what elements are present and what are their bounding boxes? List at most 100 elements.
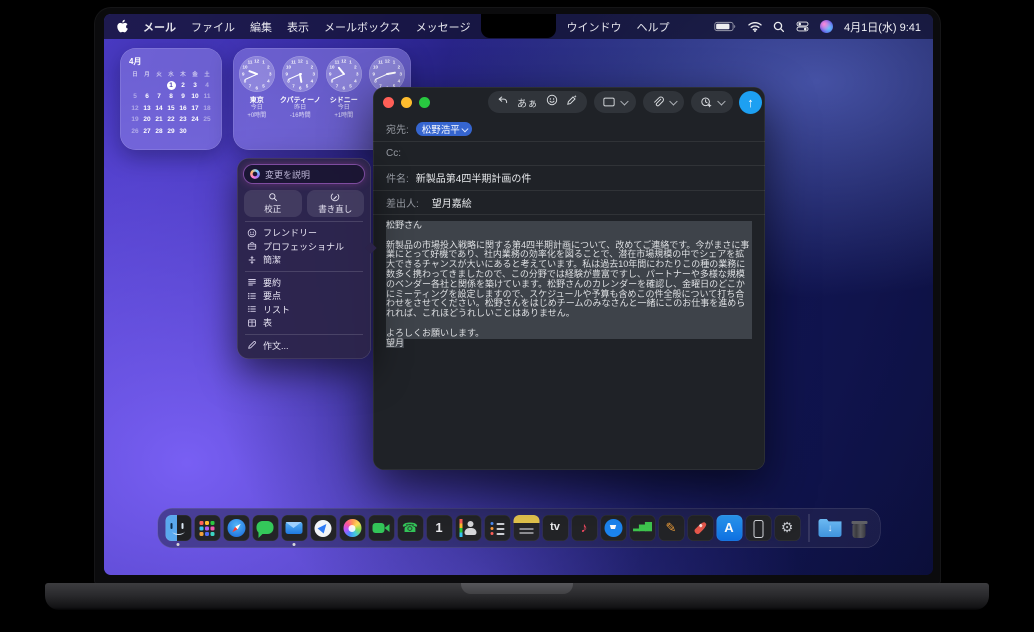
emoji-button[interactable]: [546, 93, 558, 111]
menu-3[interactable]: 表示: [287, 19, 309, 35]
calendar-day[interactable]: 17: [189, 104, 201, 113]
schedule-send-button[interactable]: [691, 91, 733, 113]
to-field[interactable]: 宛先: 松野浩平: [373, 117, 765, 142]
send-button[interactable]: ↑: [739, 91, 762, 114]
calendar-day[interactable]: 12: [129, 104, 141, 113]
dock-phone-icon[interactable]: [397, 515, 423, 541]
calendar-day[interactable]: 1: [165, 81, 177, 90]
dock-launchpad-icon[interactable]: [194, 515, 220, 541]
minimize-button[interactable]: [401, 97, 412, 108]
photo-browser-button[interactable]: [594, 91, 636, 113]
writing-tools-option-keypoints[interactable]: 要点: [244, 289, 364, 303]
calendar-day[interactable]: 24: [189, 115, 201, 124]
calendar-day[interactable]: 28: [153, 127, 165, 136]
menu-4[interactable]: メールボックス: [324, 19, 401, 35]
menu-1[interactable]: ファイル: [191, 19, 235, 35]
writing-tools-option-summary[interactable]: 要約: [244, 276, 364, 290]
proofread-button[interactable]: 校正: [244, 190, 302, 217]
dock-finder-icon[interactable]: [165, 515, 191, 541]
attach-file-button[interactable]: [643, 91, 685, 113]
writing-tools-button[interactable]: [566, 93, 578, 111]
calendar-day[interactable]: 10: [189, 92, 201, 101]
calendar-day[interactable]: 9: [177, 92, 189, 101]
calendar-day[interactable]: 27: [141, 127, 153, 136]
undo-icon[interactable]: [497, 93, 509, 111]
dock-reminders-icon[interactable]: [484, 515, 510, 541]
cc-field[interactable]: Cc:: [373, 142, 765, 167]
from-field[interactable]: 差出人: 望月嘉絵: [373, 191, 765, 216]
dock-music-icon[interactable]: [571, 515, 597, 541]
calendar-day[interactable]: 18: [201, 104, 213, 113]
menu-5[interactable]: メッセージ: [416, 19, 471, 35]
subject-field[interactable]: 件名: 新製品第4四半期計画の件: [373, 166, 765, 191]
calendar-day[interactable]: 4: [201, 81, 213, 90]
calendar-day[interactable]: 19: [129, 115, 141, 124]
siri-icon[interactable]: [820, 20, 833, 33]
menu-bar-clock[interactable]: 4月1日(水) 9:41: [844, 19, 921, 35]
describe-change-input[interactable]: 変更を説明: [244, 165, 364, 183]
control-center-icon[interactable]: [796, 21, 809, 32]
dock-safari-icon[interactable]: [223, 515, 249, 541]
world-clock-クパティーノ[interactable]: 123456789101112クパティーノ昨日-16時間: [279, 56, 323, 142]
calendar-day[interactable]: 30: [177, 127, 189, 136]
calendar-day[interactable]: 6: [141, 92, 153, 101]
calendar-day[interactable]: 25: [201, 115, 213, 124]
menu-app[interactable]: メール: [143, 19, 176, 35]
calendar-day[interactable]: 22: [165, 115, 177, 124]
dock-keynote-icon[interactable]: [600, 515, 626, 541]
calendar-day[interactable]: 5: [129, 92, 141, 101]
dock-calendar-icon[interactable]: [426, 515, 452, 541]
calendar-day[interactable]: 26: [129, 127, 141, 136]
calendar-day[interactable]: 29: [165, 127, 177, 136]
calendar-day[interactable]: 8: [165, 92, 177, 101]
calendar-day[interactable]: 7: [153, 92, 165, 101]
message-body[interactable]: 松野さん 新製品の市場投入戦略に関する第4四半期計画について、改めてご連絡です。…: [373, 215, 765, 354]
dock-contacts-icon[interactable]: [455, 515, 481, 541]
apple-menu-icon[interactable]: [116, 20, 129, 34]
menu-8[interactable]: ヘルプ: [636, 19, 669, 35]
calendar-day[interactable]: 23: [177, 115, 189, 124]
writing-tools-option-list[interactable]: リスト: [244, 303, 364, 317]
calendar-day[interactable]: 2: [177, 81, 189, 90]
writing-tools-option-compose[interactable]: 作文...: [244, 339, 364, 353]
calendar-day[interactable]: 15: [165, 104, 177, 113]
dock-maps-icon[interactable]: [310, 515, 336, 541]
dock-pages-icon[interactable]: [658, 515, 684, 541]
calendar-day[interactable]: 13: [141, 104, 153, 113]
world-clock-東京[interactable]: 123456789101112東京今日+0時間: [235, 56, 279, 142]
dock-messages-icon[interactable]: [252, 515, 278, 541]
dock-settings-icon[interactable]: [774, 515, 800, 541]
dock-appletv-icon[interactable]: [542, 515, 568, 541]
recipient-token[interactable]: 松野浩平: [416, 122, 473, 136]
dock-numbers-icon[interactable]: [629, 515, 655, 541]
dock-notes-icon[interactable]: [513, 515, 539, 541]
dock-appstore-icon[interactable]: [716, 515, 742, 541]
dock-mail-icon[interactable]: [281, 515, 307, 541]
dock-iphone-mirroring-icon[interactable]: [745, 515, 771, 541]
world-clock-シドニー[interactable]: 123456789101112シドニー今日+1時間: [322, 56, 366, 142]
wifi-icon[interactable]: [748, 21, 762, 32]
spotlight-search-icon[interactable]: [773, 21, 785, 33]
rewrite-button[interactable]: 書き直し: [307, 190, 365, 217]
menu-2[interactable]: 編集: [250, 19, 272, 35]
calendar-day[interactable]: 16: [177, 104, 189, 113]
menu-7[interactable]: ウインドウ: [566, 19, 621, 35]
close-button[interactable]: [383, 97, 394, 108]
writing-tools-option-briefcase[interactable]: プロフェッショナル: [244, 240, 364, 254]
calendar-day[interactable]: 3: [189, 81, 201, 90]
dock-trash-icon[interactable]: [846, 515, 872, 541]
writing-tools-option-table[interactable]: 表: [244, 316, 364, 330]
dock-facetime-icon[interactable]: [368, 515, 394, 541]
dock-rocket-icon[interactable]: [687, 515, 713, 541]
calendar-widget[interactable]: 4月 日月火水木金土123456789101112131415161718192…: [120, 48, 222, 150]
writing-tools-option-concise[interactable]: 簡潔: [244, 253, 364, 267]
dock-downloads-icon[interactable]: [817, 515, 843, 541]
window-titlebar[interactable]: あぁ: [373, 87, 765, 117]
calendar-day[interactable]: 20: [141, 115, 153, 124]
zoom-button[interactable]: [419, 97, 430, 108]
format-text-button[interactable]: あぁ: [517, 95, 538, 110]
calendar-day[interactable]: 21: [153, 115, 165, 124]
calendar-day[interactable]: 11: [201, 92, 213, 101]
dock-photos-icon[interactable]: [339, 515, 365, 541]
battery-icon[interactable]: [714, 21, 737, 32]
